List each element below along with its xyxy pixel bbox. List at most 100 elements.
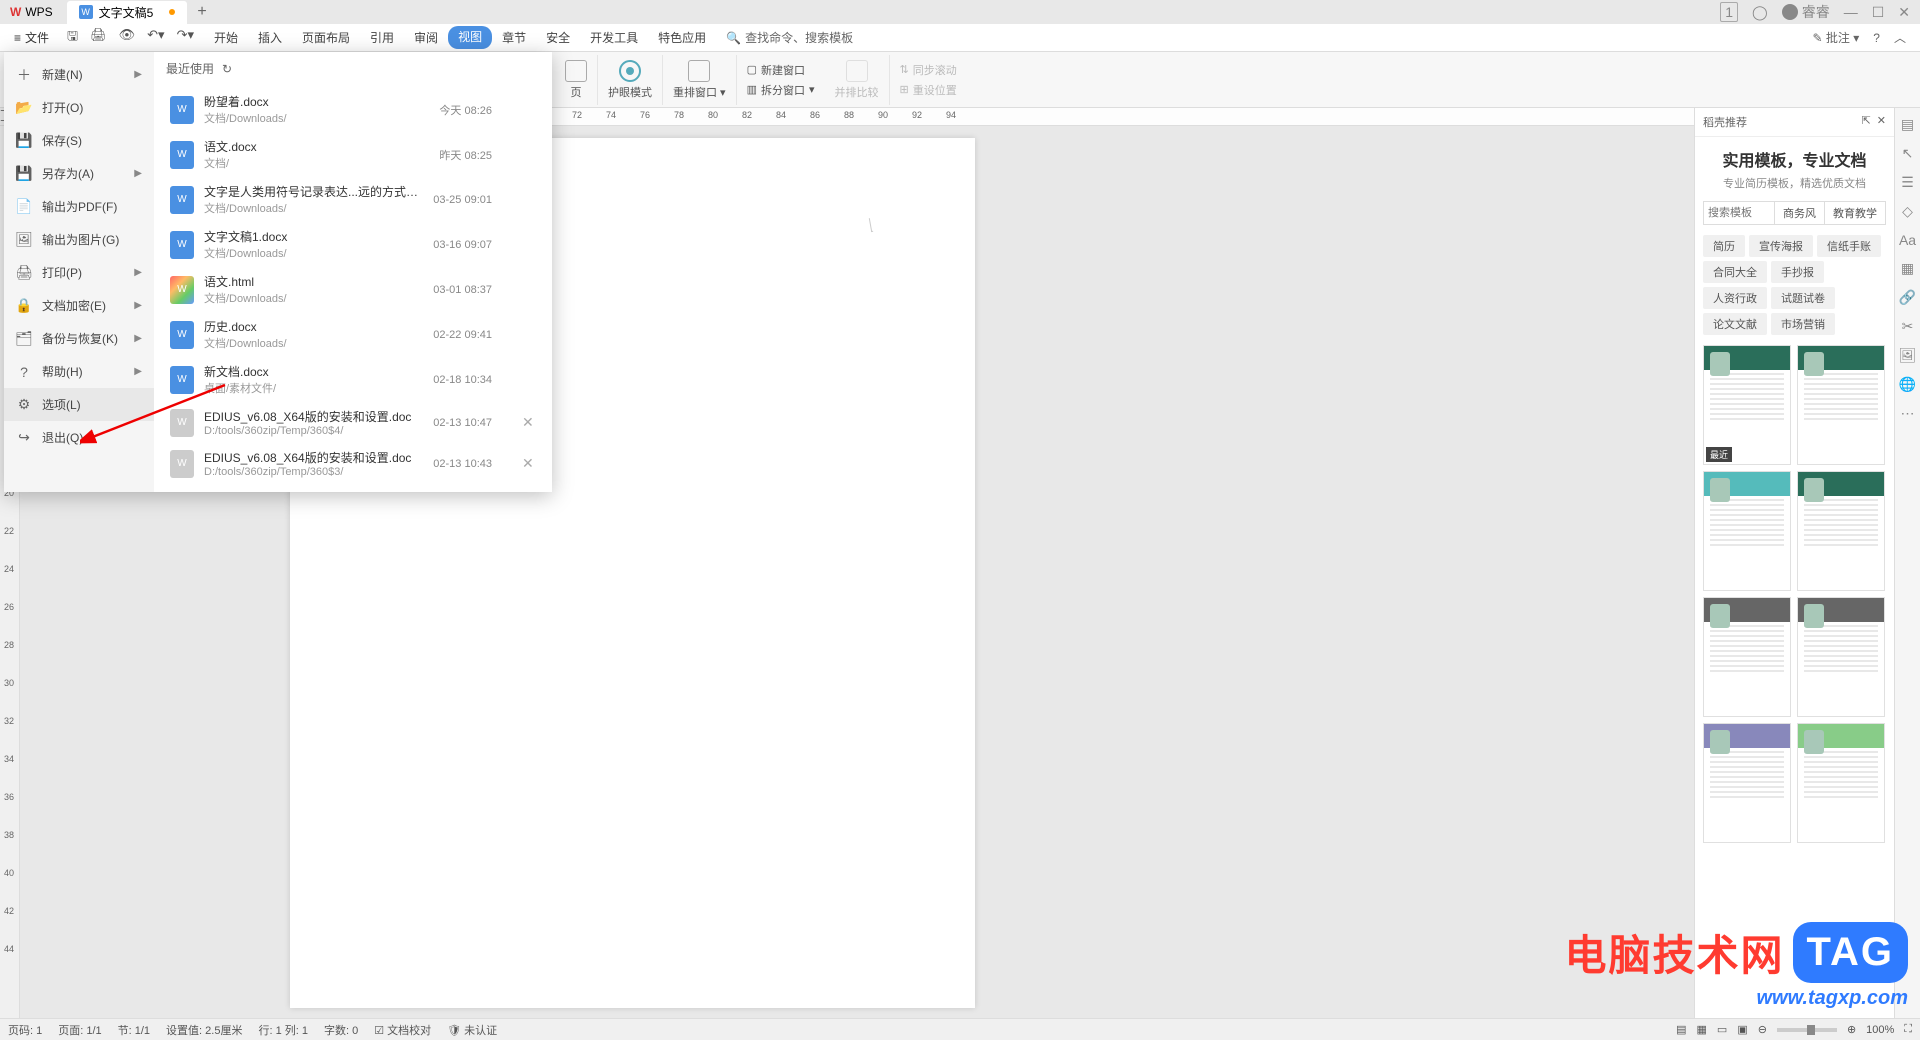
menu-开始[interactable]: 开始 xyxy=(204,26,248,49)
template-tag[interactable]: 论文文献 xyxy=(1703,313,1767,335)
zoom-out-button[interactable]: ⊖ xyxy=(1758,1023,1767,1036)
recent-file-item[interactable]: W语文.docx文档/昨天 08:25✕ xyxy=(166,132,540,177)
template-tag[interactable]: 手抄报 xyxy=(1771,261,1824,283)
menu-特色应用[interactable]: 特色应用 xyxy=(648,26,716,49)
menu-安全[interactable]: 安全 xyxy=(536,26,580,49)
template-tag[interactable]: 市场营销 xyxy=(1771,313,1835,335)
menu-视图[interactable]: 视图 xyxy=(448,26,492,49)
tool-select-icon[interactable]: ☰ xyxy=(1901,174,1914,191)
tool-image-icon[interactable]: 🖼 xyxy=(1899,347,1917,364)
ribbon-arrange[interactable]: 重排窗口 ▾ xyxy=(663,55,737,105)
collapse-ribbon-icon[interactable]: ︿ xyxy=(1894,29,1906,46)
recent-file-item[interactable]: W文字文稿.docxWPS云文档/02-08 08:52✕ xyxy=(166,484,540,492)
tool-table-icon[interactable]: ▦ xyxy=(1901,260,1914,277)
remove-recent-icon[interactable]: ✕ xyxy=(522,414,536,431)
template-thumb[interactable] xyxy=(1703,471,1791,591)
template-thumb[interactable] xyxy=(1797,597,1885,717)
template-thumb[interactable]: 最近 xyxy=(1703,345,1791,465)
file-menu-item[interactable]: 🖼输出为图片(G) xyxy=(4,223,154,256)
recent-file-item[interactable]: WEDIUS_v6.08_X64版的安装和设置.docD:/tools/360z… xyxy=(166,402,540,443)
recent-file-item[interactable]: W语文.html文档/Downloads/03-01 08:37✕ xyxy=(166,267,540,312)
notification-badge[interactable]: 1 xyxy=(1720,2,1738,22)
recent-file-item[interactable]: W盼望着.docx文档/Downloads/今天 08:26✕ xyxy=(166,87,540,132)
view-print-icon[interactable]: ▣ xyxy=(1737,1023,1747,1036)
template-search-input[interactable] xyxy=(1703,201,1775,225)
tool-more-icon[interactable]: ⋯ xyxy=(1901,405,1915,422)
tool-style-icon[interactable]: Aa xyxy=(1899,232,1916,248)
redo-icon[interactable]: ↷▾ xyxy=(177,27,194,49)
menu-引用[interactable]: 引用 xyxy=(360,26,404,49)
recent-file-item[interactable]: W历史.docx文档/Downloads/02-22 09:41✕ xyxy=(166,312,540,357)
recent-file-item[interactable]: W新文档.docx桌面/素材文件/02-18 10:34✕ xyxy=(166,357,540,402)
template-tag[interactable]: 试题试卷 xyxy=(1771,287,1835,309)
cloud-icon[interactable]: ◯ xyxy=(1752,4,1768,21)
file-menu-item[interactable]: 💾保存(S) xyxy=(4,124,154,157)
file-menu-item[interactable]: 🗂备份与恢复(K)▶ xyxy=(4,322,154,355)
tool-clip-icon[interactable]: ✂ xyxy=(1902,318,1914,335)
new-tab-button[interactable]: + xyxy=(187,3,216,21)
remove-recent-icon[interactable]: ✕ xyxy=(522,455,536,472)
menu-插入[interactable]: 插入 xyxy=(248,26,292,49)
file-menu-button[interactable]: ≡ 文件 xyxy=(6,26,57,49)
status-page[interactable]: 页码: 1 xyxy=(8,1022,42,1038)
tool-shape-icon[interactable]: ◇ xyxy=(1902,203,1913,220)
refresh-icon[interactable]: ↻ xyxy=(222,62,232,76)
user-menu[interactable]: 睿睿 xyxy=(1782,2,1830,22)
ribbon-page-nav[interactable]: 页 xyxy=(555,55,598,105)
minimize-button[interactable]: — xyxy=(1844,4,1858,20)
menu-审阅[interactable]: 审阅 xyxy=(404,26,448,49)
template-tag[interactable]: 简历 xyxy=(1703,235,1745,257)
view-outline-icon[interactable]: ▤ xyxy=(1676,1023,1686,1036)
file-menu-item[interactable]: 🖨打印(P)▶ xyxy=(4,256,154,289)
recent-file-item[interactable]: W文字文稿1.docx文档/Downloads/03-16 09:07✕ xyxy=(166,222,540,267)
search-tab-biz[interactable]: 商务风 xyxy=(1775,201,1825,225)
template-thumb[interactable] xyxy=(1797,471,1885,591)
template-tag[interactable]: 人资行政 xyxy=(1703,287,1767,309)
recent-file-item[interactable]: WEDIUS_v6.08_X64版的安装和设置.docD:/tools/360z… xyxy=(166,443,540,484)
template-thumb[interactable] xyxy=(1797,723,1885,843)
template-thumb[interactable] xyxy=(1797,345,1885,465)
file-menu-item[interactable]: 💾另存为(A)▶ xyxy=(4,157,154,190)
template-thumb[interactable] xyxy=(1703,723,1791,843)
template-thumb[interactable] xyxy=(1703,597,1791,717)
file-menu-item[interactable]: 📄输出为PDF(F) xyxy=(4,190,154,223)
file-menu-item[interactable]: ＋新建(N)▶ xyxy=(4,58,154,91)
ribbon-split-window[interactable]: ▥拆分窗口 ▾ xyxy=(747,82,815,98)
status-chars[interactable]: 字数: 0 xyxy=(324,1022,358,1038)
approve-button[interactable]: ✎ 批注 ▾ xyxy=(1813,29,1860,46)
undo-icon[interactable]: ↶▾ xyxy=(147,27,164,49)
help-icon[interactable]: ? xyxy=(1873,31,1880,45)
panel-close-icon[interactable]: ✕ xyxy=(1877,115,1886,127)
tool-cursor-icon[interactable]: ↖ xyxy=(1902,145,1914,162)
view-page-icon[interactable]: ▦ xyxy=(1697,1023,1707,1036)
preview-icon[interactable]: 👁 xyxy=(119,27,136,49)
panel-settings-icon[interactable]: ⇱ xyxy=(1861,115,1870,127)
ribbon-eye-mode[interactable]: 护眼模式 xyxy=(598,55,663,105)
menu-页面布局[interactable]: 页面布局 xyxy=(292,26,360,49)
template-tag[interactable]: 合同大全 xyxy=(1703,261,1767,283)
maximize-button[interactable]: ☐ xyxy=(1872,4,1885,21)
search-tab-edu[interactable]: 教育教学 xyxy=(1825,201,1886,225)
document-tab[interactable]: W 文字文稿5 xyxy=(67,1,188,24)
zoom-value[interactable]: 100% xyxy=(1866,1024,1894,1036)
recent-file-item[interactable]: W文字是人类用符号记录表达...远的方式和工具.docx文档/Downloads… xyxy=(166,177,540,222)
menu-章节[interactable]: 章节 xyxy=(492,26,536,49)
print-icon[interactable]: 🖨 xyxy=(90,27,107,49)
file-menu-item[interactable]: ⚙选项(L) xyxy=(4,388,154,421)
template-tag[interactable]: 宣传海报 xyxy=(1749,235,1813,257)
status-auth[interactable]: 🛡 未认证 xyxy=(447,1022,497,1038)
tool-layers-icon[interactable]: ▤ xyxy=(1901,116,1914,133)
zoom-slider[interactable] xyxy=(1777,1028,1837,1032)
file-menu-item[interactable]: 🔒文档加密(E)▶ xyxy=(4,289,154,322)
view-web-icon[interactable]: ▭ xyxy=(1717,1023,1727,1036)
menu-开发工具[interactable]: 开发工具 xyxy=(580,26,648,49)
file-menu-item[interactable]: 📂打开(O) xyxy=(4,91,154,124)
save-icon[interactable]: 🖫 xyxy=(67,27,78,49)
tool-globe-icon[interactable]: 🌐 xyxy=(1899,376,1916,393)
template-tag[interactable]: 信纸手账 xyxy=(1817,235,1881,257)
close-button[interactable]: ✕ xyxy=(1898,4,1910,21)
tool-chain-icon[interactable]: 🔗 xyxy=(1899,289,1916,306)
file-menu-item[interactable]: ↪退出(Q) xyxy=(4,421,154,454)
fullscreen-icon[interactable]: ⛶ xyxy=(1904,1023,1912,1036)
ribbon-new-window[interactable]: ▢新建窗口 xyxy=(747,62,815,78)
